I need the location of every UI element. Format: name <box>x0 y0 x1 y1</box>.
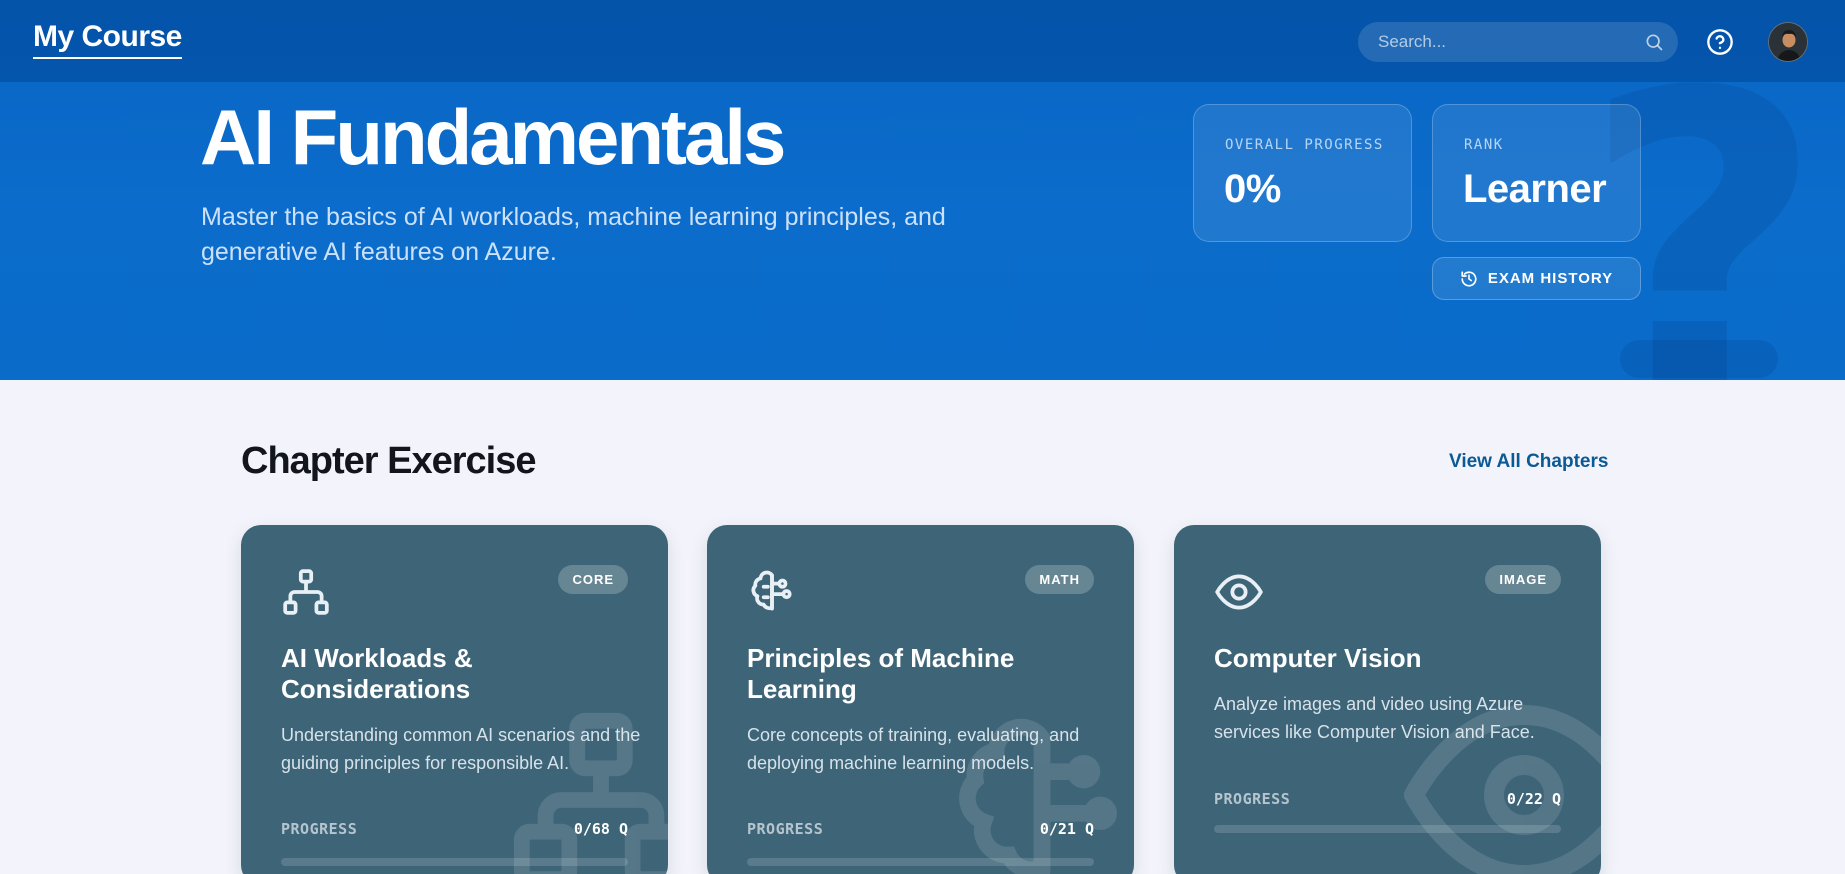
chapter-badge: IMAGE <box>1485 565 1561 594</box>
sitemap-icon <box>283 569 329 615</box>
chapter-title: Computer Vision <box>1214 643 1422 673</box>
chapter-title: AI Workloads & Considerations <box>281 643 473 704</box>
brain-circuit-icon <box>751 570 792 611</box>
chapter-card[interactable]: MATH Principles of Machine Learning Core… <box>707 525 1134 874</box>
exam-history-label: EXAM HISTORY <box>1487 270 1614 287</box>
course-subtitle: Master the basics of AI workloads, machi… <box>201 203 946 266</box>
decorative-shape <box>1620 340 1778 378</box>
eye-icon <box>1215 574 1263 610</box>
view-all-chapters-link[interactable]: View All Chapters <box>1449 451 1608 473</box>
overall-progress-value: 0% <box>1224 167 1281 211</box>
progress-count: 0/68 Q <box>573 820 628 838</box>
overall-progress-label: OVERALL PROGRESS <box>1225 137 1384 153</box>
progress-label: PROGRESS <box>1214 790 1291 808</box>
exam-history-button[interactable]: EXAM HISTORY <box>1432 257 1641 300</box>
section-title: Chapter Exercise <box>241 440 536 482</box>
chapter-description: Analyze images and video using Azure ser… <box>1214 694 1535 742</box>
chapter-description: Understanding common AI scenarios and th… <box>281 725 641 773</box>
help-circle-icon[interactable] <box>1706 28 1734 56</box>
progress-count: 0/21 Q <box>1039 820 1094 838</box>
brand-logo-link[interactable]: My Course <box>33 20 182 59</box>
chapter-card[interactable]: IMAGE Computer Vision Analyze images and… <box>1174 525 1601 874</box>
user-avatar[interactable] <box>1768 22 1808 62</box>
rank-value: Learner <box>1463 167 1607 211</box>
top-navigation: My Course <box>0 0 1845 82</box>
chapter-title: Principles of Machine Learning <box>747 643 1015 704</box>
chapter-badge: CORE <box>558 565 628 594</box>
search-input[interactable] <box>1358 22 1678 62</box>
progress-bar <box>747 858 1094 866</box>
history-icon <box>1461 270 1477 287</box>
chapter-card[interactable]: CORE AI Workloads & Considerations Under… <box>241 525 668 874</box>
hero-banner: ? My Course AI Fundamentals Master the <box>0 0 1845 380</box>
progress-label: PROGRESS <box>281 820 358 838</box>
chapter-badge: MATH <box>1025 565 1094 594</box>
course-title: AI Fundamentals <box>200 93 786 181</box>
rank-label: RANK <box>1464 137 1504 153</box>
search-icon[interactable] <box>1644 32 1664 52</box>
rank-card: RANK Learner <box>1432 104 1641 242</box>
progress-count: 0/22 Q <box>1506 790 1561 808</box>
chapter-description: Core concepts of training, evaluating, a… <box>747 725 1080 773</box>
progress-bar <box>1214 825 1561 833</box>
search-box[interactable] <box>1358 22 1678 62</box>
avatar-person-icon <box>1769 23 1807 61</box>
overall-progress-card: OVERALL PROGRESS 0% <box>1193 104 1412 242</box>
progress-bar <box>281 858 628 866</box>
progress-label: PROGRESS <box>747 820 824 838</box>
